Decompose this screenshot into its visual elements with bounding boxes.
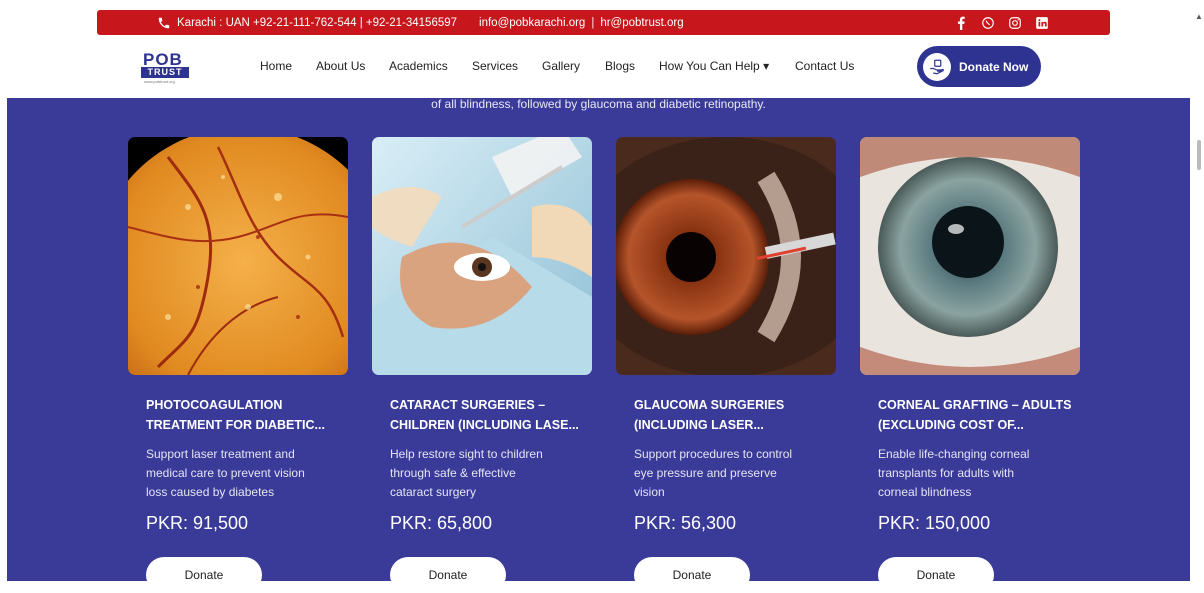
card-description: Enable life-changing corneal transplants… bbox=[878, 447, 1030, 499]
instagram-icon[interactable] bbox=[1007, 15, 1022, 30]
card-title[interactable]: CORNEAL GRAFTING – ADULTS (EXCLUDING COS… bbox=[878, 395, 1078, 435]
card-description: Support laser treatment and medical care… bbox=[146, 447, 305, 499]
social-links bbox=[953, 10, 1049, 35]
scrollbar-thumb[interactable] bbox=[1197, 140, 1201, 170]
email-hr-link[interactable]: hr@pobtrust.org bbox=[600, 17, 683, 29]
section-intro-text: of all blindness, followed by glaucoma a… bbox=[431, 97, 766, 111]
card-title[interactable]: PHOTOCOAGULATION TREATMENT FOR DIABETIC.… bbox=[146, 395, 346, 435]
phone-icon bbox=[157, 16, 171, 30]
glaucoma-eye-image bbox=[616, 137, 836, 375]
nav-services[interactable]: Services bbox=[472, 59, 518, 73]
program-card-cataract-children: CATARACT SURGERIES – CHILDREN (INCLUDING… bbox=[372, 137, 592, 593]
nav-gallery[interactable]: Gallery bbox=[542, 59, 580, 73]
program-card-glaucoma: GLAUCOMA SURGERIES (INCLUDING LASER... S… bbox=[616, 137, 836, 593]
logo-text-bottom: TRUST bbox=[141, 67, 189, 78]
contact-info: Karachi : UAN +92-21-111-762-544 | +92-2… bbox=[157, 10, 684, 35]
linkedin-icon[interactable] bbox=[1034, 15, 1049, 30]
nav-blogs[interactable]: Blogs bbox=[605, 59, 635, 73]
nav-academics[interactable]: Academics bbox=[389, 59, 448, 73]
card-title[interactable]: GLAUCOMA SURGERIES (INCLUDING LASER... bbox=[634, 395, 834, 435]
donation-programs-section: of all blindness, followed by glaucoma a… bbox=[7, 97, 1190, 593]
card-description: Support procedures to control eye pressu… bbox=[634, 447, 793, 499]
email-info-link[interactable]: info@pobkarachi.org bbox=[479, 17, 585, 29]
nav-home[interactable]: Home bbox=[260, 59, 292, 73]
card-description: Help restore sight to children through s… bbox=[390, 447, 543, 499]
logo-text-top: POB bbox=[143, 50, 183, 69]
corneal-eye-image bbox=[860, 137, 1080, 375]
donate-button[interactable]: Donate bbox=[390, 557, 506, 593]
whatsapp-icon[interactable] bbox=[980, 15, 995, 30]
donate-now-label: Donate Now bbox=[959, 59, 1029, 74]
pob-trust-logo[interactable]: POB TRUST www.pobtrust.org bbox=[138, 50, 192, 84]
facebook-icon[interactable] bbox=[953, 15, 968, 30]
card-price: PKR: 91,500 bbox=[146, 513, 249, 533]
nav-how-you-can-help[interactable]: How You Can Help ▾ bbox=[659, 59, 769, 73]
donate-button[interactable]: Donate bbox=[878, 557, 994, 593]
nav-contact-us[interactable]: Contact Us bbox=[795, 59, 854, 73]
main-navigation: POB TRUST www.pobtrust.org Home About Us… bbox=[0, 35, 1204, 98]
card-price: PKR: 150,000 bbox=[878, 513, 991, 533]
card-price: PKR: 56,300 bbox=[634, 513, 737, 533]
top-info-bar: Karachi : UAN +92-21-111-762-544 | +92-2… bbox=[97, 10, 1110, 35]
program-card-photocoagulation: PHOTOCOAGULATION TREATMENT FOR DIABETIC.… bbox=[128, 137, 348, 593]
card-title[interactable]: CATARACT SURGERIES – CHILDREN (INCLUDING… bbox=[390, 395, 590, 435]
donate-hand-icon bbox=[923, 52, 951, 81]
nav-about-us[interactable]: About Us bbox=[316, 59, 365, 73]
logo-url: www.pobtrust.org bbox=[144, 79, 175, 84]
card-price: PKR: 65,800 bbox=[390, 513, 493, 533]
phone-numbers: Karachi : UAN +92-21-111-762-544 | +92-2… bbox=[177, 16, 458, 29]
separator: | bbox=[591, 16, 595, 29]
donate-now-button[interactable]: Donate Now bbox=[917, 46, 1041, 87]
scroll-up-arrow-icon[interactable]: ▲ bbox=[1195, 12, 1203, 21]
program-card-corneal-grafting: CORNEAL GRAFTING – ADULTS (EXCLUDING COS… bbox=[860, 137, 1080, 593]
donate-button[interactable]: Donate bbox=[146, 557, 262, 593]
donate-button[interactable]: Donate bbox=[634, 557, 750, 593]
retina-image bbox=[128, 137, 348, 375]
cataract-surgery-image bbox=[372, 137, 592, 375]
